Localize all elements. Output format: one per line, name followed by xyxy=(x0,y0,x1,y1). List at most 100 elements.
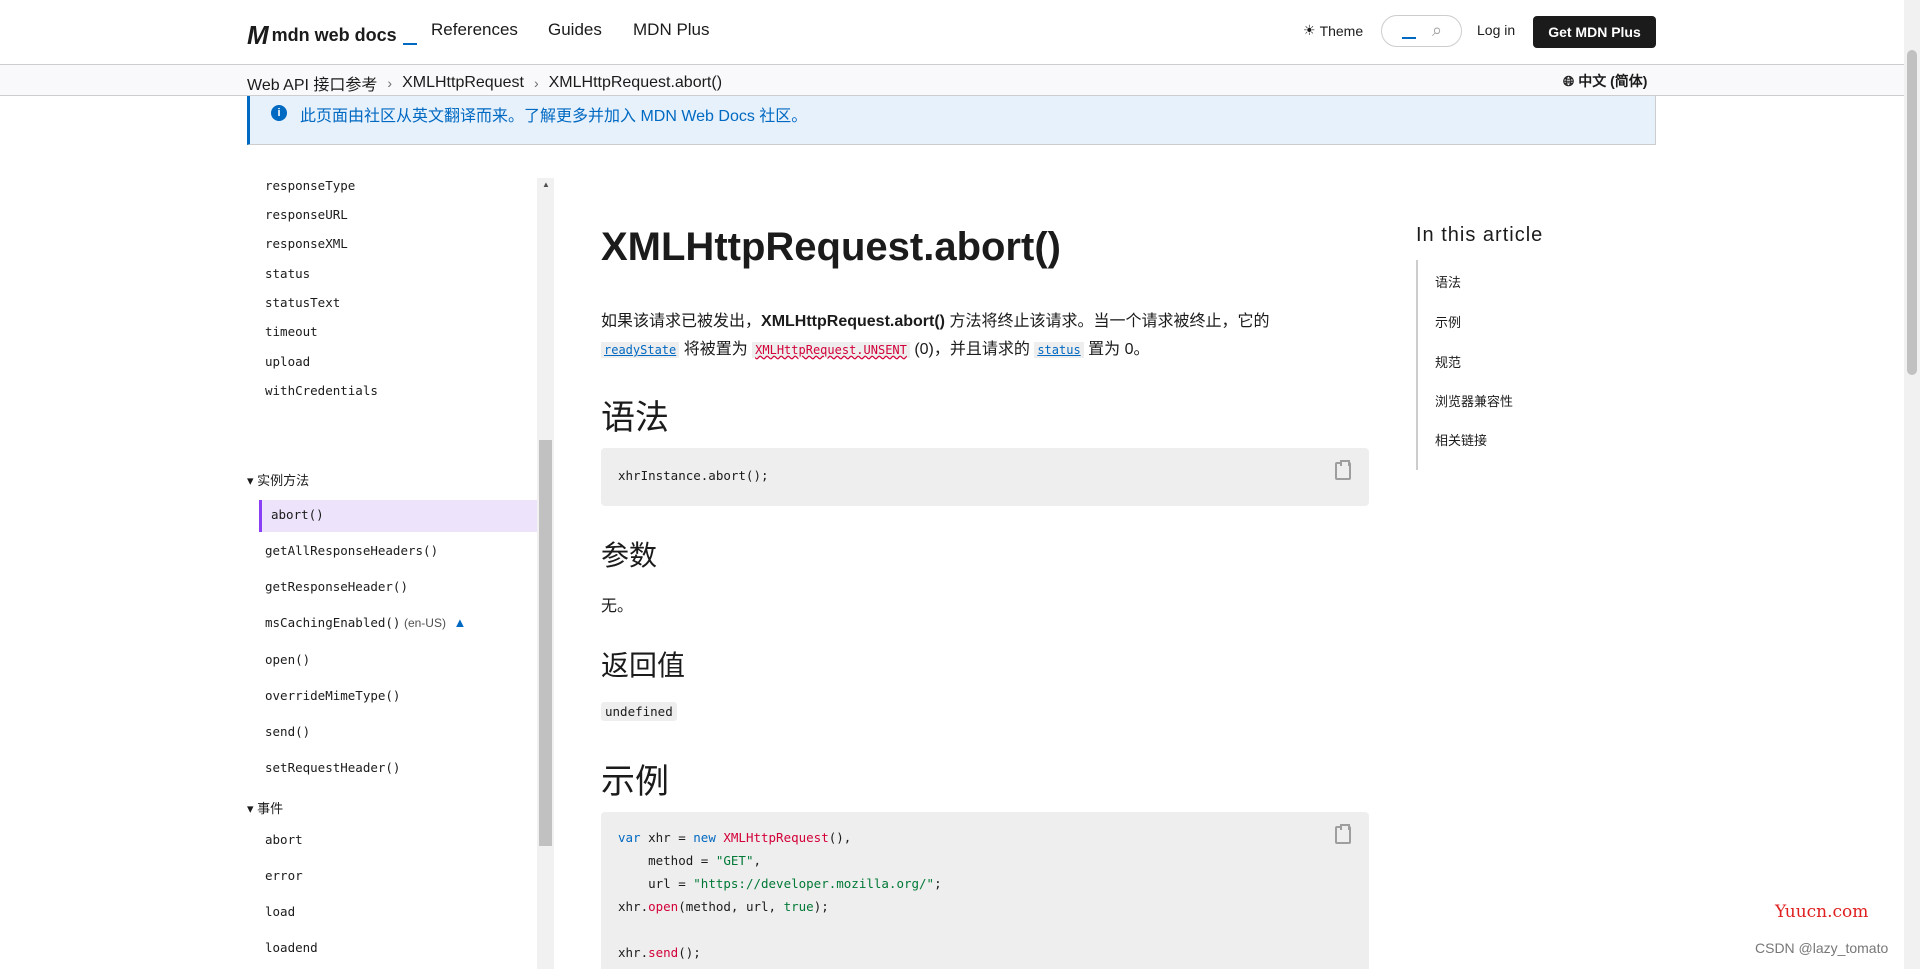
chevron-right-icon: › xyxy=(387,75,393,91)
toc-item-see-also[interactable]: 相关链接 xyxy=(1435,430,1487,449)
logo-text: mdn web docs xyxy=(271,25,397,45)
sidebar-item-event-load[interactable]: load xyxy=(265,904,295,919)
code-line-4: xhr.open(method, url, true); xyxy=(618,899,829,914)
locale-badge: (en-US) xyxy=(403,616,446,630)
sidebar-item-send[interactable]: send() xyxy=(265,724,310,739)
sidebar-item-mscachingenabled-label: msCachingEnabled() xyxy=(265,615,401,630)
toc-list: 语法 示例 规范 浏览器兼容性 相关链接 xyxy=(1416,260,1616,470)
sidebar-item-abort-label: abort() xyxy=(271,507,324,522)
copy-icon[interactable] xyxy=(1335,460,1351,480)
sidebar-item-abort-active[interactable]: abort() xyxy=(259,500,537,532)
table-of-contents: In this article 语法 示例 规范 浏览器兼容性 相关链接 xyxy=(1416,224,1544,470)
sidebar-heading-events-label: 事件 xyxy=(257,801,284,816)
site-watermark: Yuucn.com xyxy=(1775,902,1869,922)
nav-mdn-plus[interactable]: MDN Plus xyxy=(633,20,710,40)
theme-label: Theme xyxy=(1319,22,1364,39)
readystate-link[interactable]: readyState xyxy=(601,342,680,358)
intro-text-3: 将被置为 xyxy=(679,341,753,358)
language-label: 中文 (简体) xyxy=(1578,73,1648,89)
sidebar-item-event-error[interactable]: error xyxy=(265,868,303,883)
example-codeblock: var xhr = new XMLHttpRequest(), method =… xyxy=(601,812,1369,969)
return-heading[interactable]: 返回值 xyxy=(601,644,685,684)
sidebar-item-setrequestheader[interactable]: setRequestHeader() xyxy=(265,760,400,775)
sidebar-item-event-abort[interactable]: abort xyxy=(265,832,303,847)
intro-text-5: 置为 0。 xyxy=(1083,341,1150,358)
code-line-1: var xhr = new XMLHttpRequest(), xyxy=(618,830,852,845)
search-cursor-icon xyxy=(1402,37,1416,39)
sidebar-heading-methods-label: 实例方法 xyxy=(257,473,310,488)
code-line-2: method = "GET", xyxy=(618,853,762,868)
sidebar-item-timeout[interactable]: timeout xyxy=(265,324,318,339)
unsent-link[interactable]: XMLHttpRequest.UNSENT xyxy=(752,342,910,358)
copy-icon[interactable] xyxy=(1335,824,1351,844)
page-scrollbar-thumb[interactable] xyxy=(1907,50,1917,375)
params-text: 无。 xyxy=(601,598,634,615)
intro-text-2: 方法将终止该请求。当一个请求被终止，它的 xyxy=(945,313,1270,330)
syntax-code: xhrInstance.abort(); xyxy=(618,468,769,483)
toc-title: In this article xyxy=(1416,224,1544,246)
sidebar-item-withcredentials[interactable]: withCredentials xyxy=(265,383,378,398)
language-switcher[interactable]: 🌐︎ 中文 (简体) xyxy=(1563,71,1647,91)
example-code: var xhr = new XMLHttpRequest(), method =… xyxy=(618,826,942,964)
toc-item-compat[interactable]: 浏览器兼容性 xyxy=(1435,391,1513,410)
intro-strong: XMLHttpRequest.abort() xyxy=(761,313,945,330)
sidebar-item-getallresponseheaders[interactable]: getAllResponseHeaders() xyxy=(265,543,438,558)
translation-notice: i 此页面由社区从英文翻译而来。了解更多并加入 MDN Web Docs 社区。 xyxy=(247,96,1656,145)
sidebar-item-overridemimetype[interactable]: overrideMimeType() xyxy=(265,688,400,703)
sidebar-item-open[interactable]: open() xyxy=(265,652,310,667)
page-title: XMLHttpRequest.abort() xyxy=(601,225,1061,269)
mdn-logo-icon: M xyxy=(247,20,269,50)
sidebar-item-statustext[interactable]: statusText xyxy=(265,295,340,310)
sidebar-item-responsexml[interactable]: responseXML xyxy=(265,236,348,251)
toc-item-syntax[interactable]: 语法 xyxy=(1435,272,1461,291)
params-heading[interactable]: 参数 xyxy=(601,534,657,574)
sidebar-heading-methods[interactable]: ▾ 实例方法 xyxy=(247,470,309,489)
status-link[interactable]: status xyxy=(1034,342,1084,358)
top-header: M mdn web docs References Guides MDN Plu… xyxy=(0,0,1904,64)
csdn-watermark: CSDN @lazy_tomato xyxy=(1755,940,1889,956)
scroll-up-icon[interactable]: ▲ xyxy=(542,180,550,189)
page-scrollbar[interactable] xyxy=(1904,0,1920,969)
login-link[interactable]: Log in xyxy=(1477,22,1515,38)
sidebar-item-responsetype[interactable]: responseType xyxy=(265,178,355,193)
sidebar-item-responseurl[interactable]: responseURL xyxy=(265,207,348,222)
triangle-down-icon: ▾ xyxy=(247,801,254,816)
sidebar-scrollbar-thumb[interactable] xyxy=(539,440,552,846)
sidebar-item-getresponseheader[interactable]: getResponseHeader() xyxy=(265,579,408,594)
search-icon[interactable]: ⌕ xyxy=(1432,20,1442,41)
code-line-3: url = "https://developer.mozilla.org/"; xyxy=(618,876,942,891)
warning-icon: ▲ xyxy=(453,615,467,630)
search-input[interactable]: ⌕ xyxy=(1381,15,1462,47)
intro-text-4: (0)，并且请求的 xyxy=(909,341,1035,358)
example-heading[interactable]: 示例 xyxy=(601,754,669,803)
theme-button[interactable]: ☀ Theme xyxy=(1303,22,1363,39)
nav-guides[interactable]: Guides xyxy=(548,20,602,40)
code-line-5: xhr.send(); xyxy=(618,945,701,960)
toc-item-specs[interactable]: 规范 xyxy=(1435,352,1461,371)
syntax-heading[interactable]: 语法 xyxy=(601,390,669,439)
toc-item-examples[interactable]: 示例 xyxy=(1435,312,1461,331)
globe-icon: 🌐︎ xyxy=(1563,72,1575,89)
return-value: undefined xyxy=(601,702,677,721)
get-mdn-plus-button[interactable]: Get MDN Plus xyxy=(1533,16,1656,48)
mdn-logo[interactable]: M mdn web docs xyxy=(247,20,417,51)
info-icon: i xyxy=(271,105,287,121)
breadcrumb-xmlhttprequest[interactable]: XMLHttpRequest xyxy=(402,74,524,92)
breadcrumb-bar: Web API 接口参考 › XMLHttpRequest › XMLHttpR… xyxy=(0,64,1904,96)
breadcrumb-abort[interactable]: XMLHttpRequest.abort() xyxy=(549,74,722,92)
intro-paragraph: 如果该请求已被发出，XMLHttpRequest.abort() 方法将终止该请… xyxy=(601,308,1369,364)
sidebar-item-status[interactable]: status xyxy=(265,266,310,281)
sun-icon: ☀ xyxy=(1303,22,1316,38)
intro-text-1: 如果该请求已被发出， xyxy=(601,313,762,330)
sidebar-item-upload[interactable]: upload xyxy=(265,354,310,369)
sidebar-scrollbar[interactable]: ▲ xyxy=(537,178,554,969)
notice-link[interactable]: 此页面由社区从英文翻译而来。了解更多并加入 MDN Web Docs 社区。 xyxy=(300,102,807,126)
triangle-down-icon: ▾ xyxy=(247,473,254,488)
breadcrumb-web-api[interactable]: Web API 接口参考 xyxy=(247,71,377,95)
sidebar-item-mscachingenabled[interactable]: msCachingEnabled() (en-US) ▲ xyxy=(265,615,466,630)
sidebar-heading-events[interactable]: ▾ 事件 xyxy=(247,798,283,817)
sidebar-item-event-loadend[interactable]: loadend xyxy=(265,940,318,955)
nav-references[interactable]: References xyxy=(431,20,518,40)
sidebar: responseType responseURL responseXML sta… xyxy=(247,170,537,969)
